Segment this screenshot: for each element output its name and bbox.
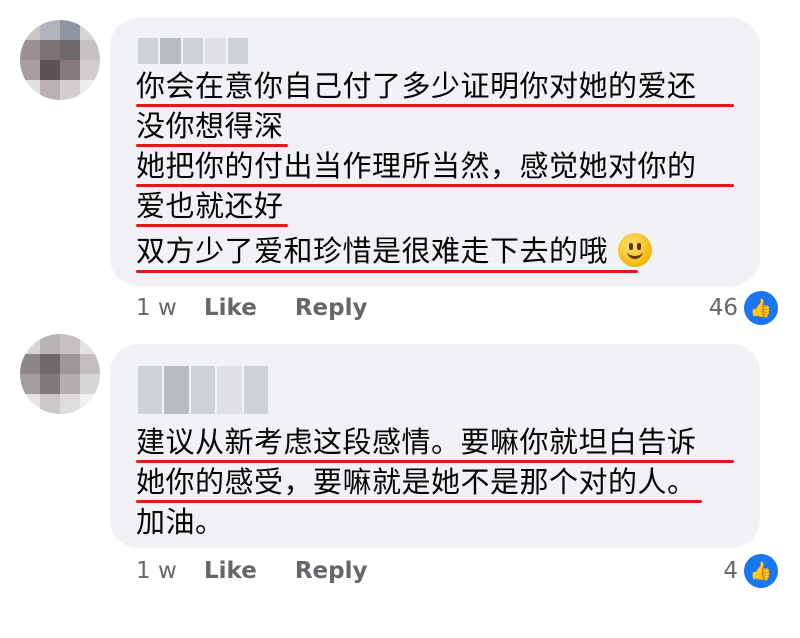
reaction-summary[interactable]: 4 👍 — [723, 554, 778, 588]
comment-timestamp[interactable]: 1 w — [136, 295, 204, 321]
commenter-avatar[interactable] — [20, 20, 100, 100]
comment-bubble: 你会在意你自己付了多少证明你对她的爱还 没你想得深 她把你的付出当作理所当然，感… — [110, 18, 760, 286]
slightly-smiling-face-emoji — [618, 233, 653, 267]
comment-text: 双方少了爱和珍惜是很难走下去的哦 — [136, 234, 609, 268]
reply-button[interactable]: Reply — [295, 558, 368, 584]
comment-text-line: 爱也就还好 — [136, 189, 284, 223]
reaction-count: 46 — [708, 295, 738, 321]
reaction-summary[interactable]: 46 👍 — [709, 291, 778, 325]
reaction-count: 4 — [723, 558, 738, 584]
comment-text-line: 你会在意你自己付了多少证明你对她的爱还 — [136, 69, 697, 103]
thumbs-up-icon: 👍 — [744, 554, 778, 588]
comment-timestamp[interactable]: 1 w — [136, 558, 204, 584]
comment-text-line: 建议从新考虑这段感情。要嘛你就坦白告诉 — [136, 425, 697, 459]
comment-text-line: 她你的感受，要嘛就是她不是那个对的人。 — [136, 465, 697, 499]
comment-text-line: 加油。 — [136, 505, 225, 539]
comment-text-line: 双方少了爱和珍惜是很难走下去的哦 — [136, 231, 653, 271]
like-button[interactable]: Like — [204, 558, 257, 584]
like-button[interactable]: Like — [204, 295, 257, 321]
red-underline — [136, 224, 288, 227]
reply-button[interactable]: Reply — [295, 295, 368, 321]
comment-text-line: 她把你的付出当作理所当然，感觉她对你的 — [136, 149, 697, 183]
commenter-name-redacted[interactable] — [138, 366, 269, 414]
comment-actions: 1 w Like Reply — [136, 295, 405, 321]
comment-text-line: 没你想得深 — [136, 109, 284, 143]
comment-bubble: 建议从新考虑这段感情。要嘛你就坦白告诉 她你的感受，要嘛就是她不是那个对的人。 … — [110, 344, 760, 548]
comment-actions: 1 w Like Reply — [136, 558, 405, 584]
commenter-avatar[interactable] — [20, 334, 100, 414]
commenter-name-redacted[interactable] — [138, 38, 249, 64]
thumbs-up-icon: 👍 — [744, 291, 778, 325]
red-underline — [136, 270, 638, 273]
